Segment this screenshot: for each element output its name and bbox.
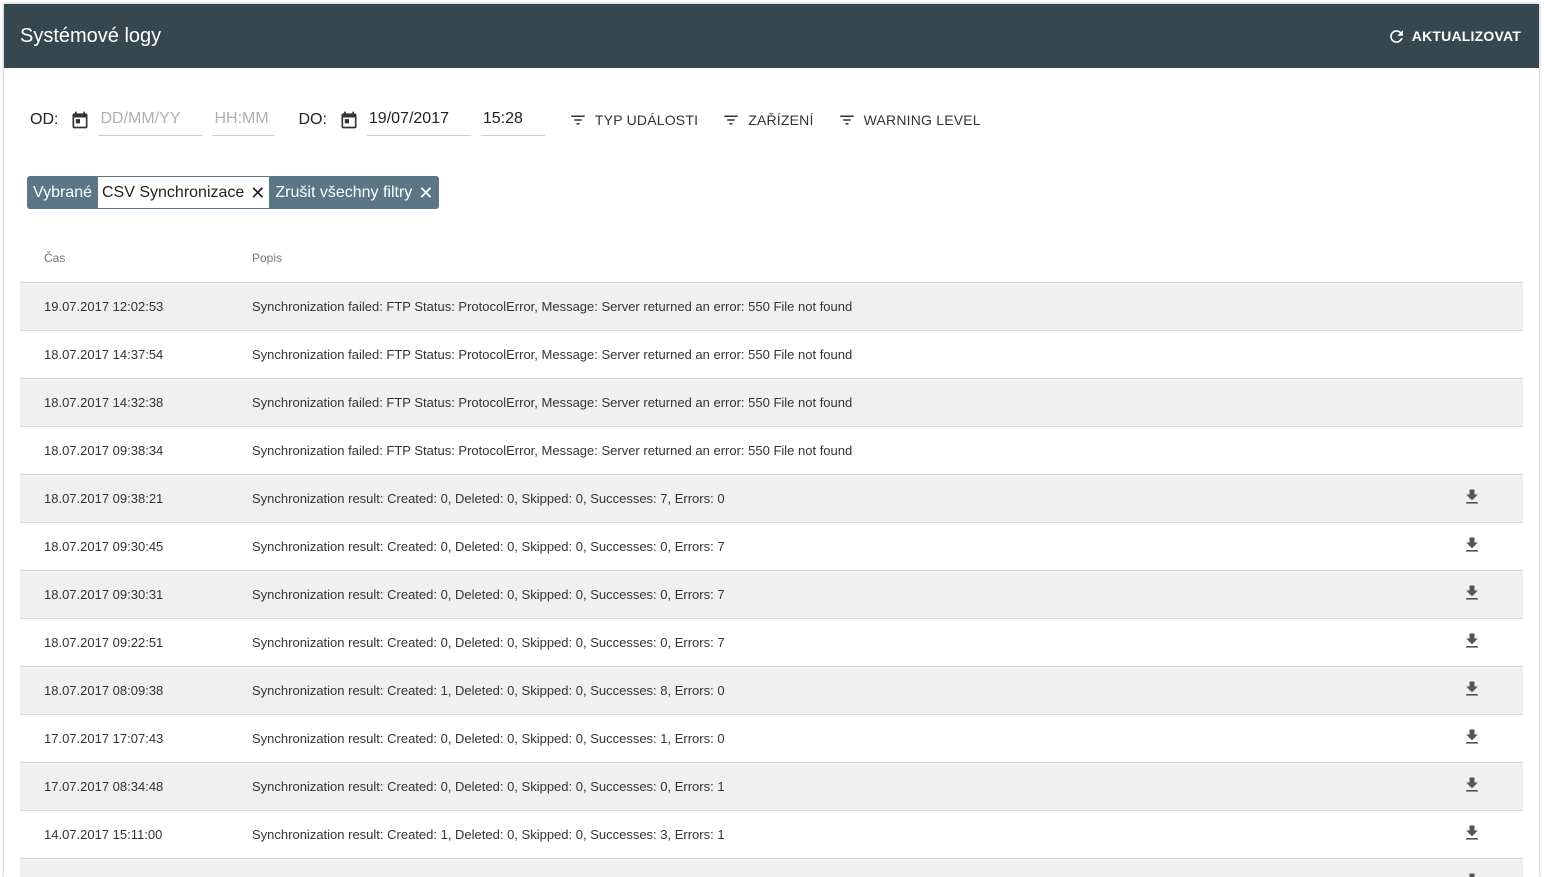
download-icon[interactable] (1462, 535, 1482, 555)
row-time: 19.07.2017 12:02:53 (44, 299, 164, 314)
table-row[interactable]: 19.07.2017 12:02:53 Synchronization faile… (20, 283, 1523, 331)
table-row[interactable]: 18.07.2017 09:30:31 Synchronization resul… (20, 571, 1523, 619)
row-time: 18.07.2017 09:30:31 (44, 587, 164, 602)
clear-all-filters-button[interactable]: Zrušit všechny filtry ✕ (269, 176, 440, 209)
table-row[interactable]: 18.07.2017 09:38:34 Synchronization faile… (20, 427, 1523, 475)
row-description: Synchronization result: Created: 0, Dele… (252, 539, 725, 554)
table-row[interactable]: 18.07.2017 09:38:21 Synchronization resul… (20, 475, 1523, 523)
selected-chip-label: Vybrané (27, 176, 98, 209)
row-time: 14.07.2017 15:11:00 (44, 827, 163, 842)
log-table: Čas Popis 19.07.2017 12:02:53 Synchroniza… (20, 234, 1523, 877)
filter-bar: OD: DD/MM/YY HH:MM DO: 19/07/2017 15:28 … (30, 104, 981, 136)
row-time: 18.07.2017 14:37:54 (44, 347, 164, 362)
device-filter-label: ZAŘÍZENÍ (748, 112, 814, 128)
download-icon[interactable] (1462, 583, 1482, 603)
row-description: Synchronization result: Created: 0, Dele… (252, 587, 725, 602)
page-title: Systémové logy (20, 24, 162, 47)
table-row[interactable]: 18.07.2017 09:30:45 Synchronization resul… (20, 523, 1523, 571)
clear-all-label: Zrušit všechny filtry (275, 183, 413, 201)
row-time: 18.07.2017 08:09:38 (44, 683, 164, 698)
active-filter-chips: Vybrané CSV Synchronizace ✕ Zrušit všech… (27, 176, 440, 209)
table-row[interactable]: 17.07.2017 08:34:48 Synchronization resul… (20, 763, 1523, 811)
column-header-description[interactable]: Popis (252, 251, 1523, 265)
from-date-input[interactable]: DD/MM/YY (98, 104, 203, 136)
to-label: DO: (298, 111, 327, 128)
download-icon[interactable] (1462, 775, 1482, 795)
filter-list-icon (839, 115, 854, 125)
table-row[interactable]: 14.07.2017 15:11:00 Synchronization resul… (20, 811, 1523, 859)
row-time: 18.07.2017 09:22:51 (44, 635, 164, 650)
row-time: 18.07.2017 09:38:34 (44, 443, 164, 458)
warning-level-filter-button[interactable]: WARNING LEVEL (838, 111, 981, 129)
top-bar: Systémové logy AKTUALIZOVAT (4, 4, 1539, 68)
row-description: Synchronization failed: FTP Status: Prot… (252, 443, 853, 458)
download-icon[interactable] (1462, 679, 1482, 699)
table-row[interactable]: 18.07.2017 14:32:38 Synchronization faile… (20, 379, 1523, 427)
row-time: 18.07.2017 09:30:45 (44, 539, 164, 554)
row-time: 17.07.2017 17:07:43 (44, 731, 164, 746)
refresh-icon (1389, 29, 1403, 43)
row-description: Synchronization failed: FTP Status: Prot… (252, 347, 853, 362)
warning-level-filter-label: WARNING LEVEL (863, 112, 981, 128)
row-time: 17.07.2017 08:34:48 (44, 779, 164, 794)
row-description: Synchronization failed: FTP Status: Prot… (252, 395, 853, 410)
table-row[interactable]: 18.07.2017 08:09:38 Synchronization resul… (20, 667, 1523, 715)
row-description: Synchronization result: Created: 0, Dele… (252, 635, 725, 650)
row-description: Synchronization result: Created: 0, Dele… (252, 731, 725, 746)
row-description: Synchronization result: Created: 1, Dele… (252, 683, 725, 698)
refresh-button[interactable]: AKTUALIZOVAT (1387, 27, 1521, 46)
download-icon[interactable] (1462, 823, 1482, 843)
column-header-time[interactable]: Čas (20, 251, 252, 265)
event-type-filter-button[interactable]: TYP UDÁLOSTI (569, 111, 698, 129)
row-description: Synchronization result: Created: 1, Dele… (252, 827, 725, 842)
download-icon[interactable] (1462, 727, 1482, 747)
refresh-label: AKTUALIZOVAT (1411, 28, 1521, 44)
device-filter-button[interactable]: ZAŘÍZENÍ (722, 111, 813, 129)
selected-filter-chip[interactable]: CSV Synchronizace ✕ (98, 176, 270, 209)
to-time-input[interactable]: 15:28 (480, 104, 545, 136)
table-row[interactable]: 18.07.2017 14:37:54 Synchronization faile… (20, 331, 1523, 379)
row-time: 18.07.2017 14:32:38 (44, 395, 164, 410)
from-time-input[interactable]: HH:MM (212, 104, 275, 136)
event-type-filter-label: TYP UDÁLOSTI (594, 112, 699, 128)
calendar-icon[interactable] (339, 110, 359, 130)
filter-list-icon (724, 115, 738, 125)
table-row[interactable]: 17.07.2017 17:07:43 Synchronization resul… (20, 715, 1523, 763)
row-time: 18.07.2017 09:38:21 (44, 491, 164, 506)
app-window: Systémové logy AKTUALIZOVAT OD: DD/MM/YY… (4, 4, 1539, 877)
download-icon[interactable] (1462, 631, 1482, 651)
calendar-icon[interactable] (70, 110, 90, 130)
download-icon[interactable] (1462, 871, 1482, 877)
selected-filter-value: CSV Synchronizace (102, 183, 245, 201)
download-icon[interactable] (1462, 487, 1482, 507)
to-date-input[interactable]: 19/07/2017 (366, 104, 471, 136)
table-row[interactable]: 18.07.2017 09:22:51 Synchronization resul… (20, 619, 1523, 667)
table-header: Čas Popis (20, 234, 1523, 283)
from-label: OD: (30, 111, 59, 128)
close-icon[interactable]: ✕ (418, 184, 433, 202)
close-icon[interactable]: ✕ (250, 184, 265, 202)
row-description: Synchronization failed: FTP Status: Prot… (252, 299, 853, 314)
filter-list-icon (571, 115, 585, 125)
row-description: Synchronization result: Created: 0, Dele… (252, 491, 725, 506)
row-description: Synchronization result: Created: 0, Dele… (252, 779, 725, 794)
table-row[interactable] (20, 859, 1523, 877)
